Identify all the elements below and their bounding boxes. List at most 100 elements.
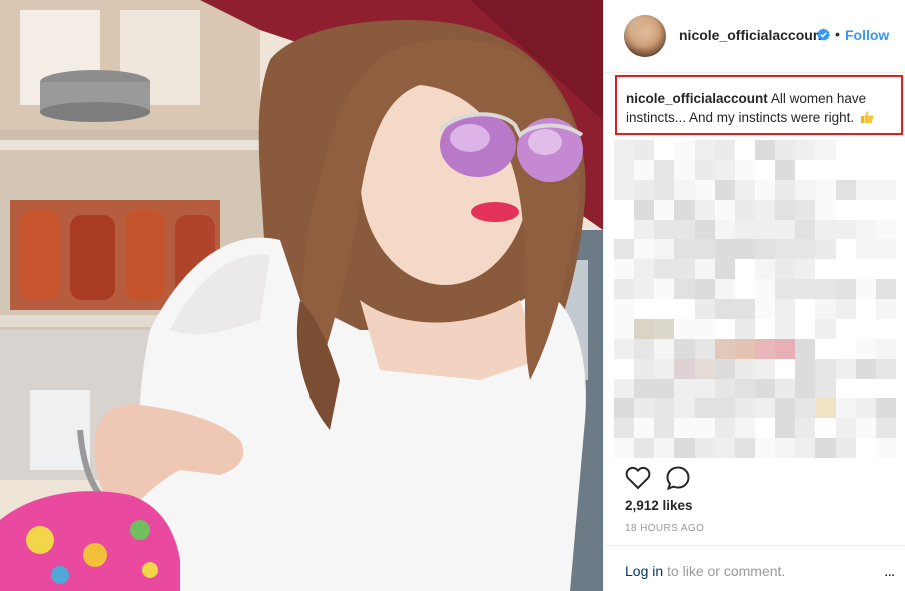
mosaic-cell (855, 378, 876, 399)
mosaic-cell (694, 378, 715, 399)
mosaic-cell (674, 398, 695, 419)
mosaic-cell (654, 378, 675, 399)
mosaic-cell (835, 378, 856, 399)
mosaic-cell (835, 179, 856, 200)
mosaic-cell (795, 338, 816, 359)
mosaic-cell (654, 279, 675, 299)
mosaic-cell (855, 418, 876, 439)
mosaic-cell (754, 219, 776, 240)
mosaic-cell (775, 239, 796, 260)
mosaic-cell (614, 140, 635, 160)
mosaic-cell (795, 299, 816, 319)
post-actions (604, 460, 905, 500)
mosaic-cell (754, 299, 776, 319)
comment-icon[interactable] (664, 464, 692, 492)
mosaic-cell (775, 299, 796, 319)
mosaic-cell (855, 159, 876, 180)
mosaic-cell (654, 140, 675, 160)
post-photo[interactable] (0, 0, 603, 591)
mosaic-cell (714, 318, 735, 339)
mosaic-cell (634, 358, 655, 379)
mosaic-cell (714, 418, 735, 439)
mosaic-cell (654, 259, 675, 280)
mosaic-cell (875, 418, 896, 439)
mosaic-cell (815, 259, 836, 280)
caption-username[interactable]: nicole_officialaccount (626, 91, 768, 106)
mosaic-cell (734, 159, 755, 180)
likes-count[interactable]: 2,912 likes (625, 498, 693, 513)
mosaic-cell (714, 219, 735, 240)
mosaic-cell (815, 318, 836, 339)
login-suffix: to like or comment. (667, 563, 786, 579)
mosaic-cell (875, 239, 896, 260)
mosaic-cell (654, 219, 675, 240)
mosaic-cell (714, 299, 735, 319)
mosaic-cell (714, 179, 735, 200)
mosaic-cell (634, 418, 655, 439)
mosaic-cell (734, 358, 755, 379)
mosaic-cell (734, 438, 755, 458)
mosaic-cell (855, 398, 876, 419)
mosaic-cell (674, 378, 695, 399)
mosaic-cell (674, 338, 695, 359)
mosaic-cell (875, 378, 896, 399)
mosaic-cell (734, 318, 755, 339)
mosaic-cell (835, 219, 856, 240)
mosaic-cell (734, 418, 755, 439)
mosaic-cell (754, 418, 776, 439)
mosaic-cell (654, 318, 675, 339)
mosaic-cell (694, 438, 715, 458)
mosaic-cell (775, 358, 796, 379)
heart-icon[interactable] (624, 464, 652, 492)
mosaic-cell (614, 239, 635, 260)
mosaic-cell (875, 140, 896, 160)
mosaic-cell (734, 179, 755, 200)
mosaic-cell (835, 358, 856, 379)
more-options-button[interactable]: ... (884, 563, 895, 581)
mosaic-cell (714, 159, 735, 180)
mosaic-cell (795, 259, 816, 280)
login-link[interactable]: Log in (625, 563, 663, 579)
mosaic-cell (815, 358, 836, 379)
mosaic-cell (875, 259, 896, 280)
mosaic-cell (634, 219, 655, 240)
follow-button[interactable]: Follow (845, 27, 889, 43)
mosaic-cell (835, 318, 856, 339)
post-timestamp[interactable]: 18 HOURS AGO (625, 523, 704, 534)
mosaic-cell (674, 358, 695, 379)
mosaic-cell (835, 398, 856, 419)
mosaic-cell (754, 338, 776, 359)
mosaic-cell (855, 140, 876, 160)
mosaic-cell (754, 179, 776, 200)
mosaic-cell (674, 279, 695, 299)
mosaic-cell (875, 299, 896, 319)
mosaic-cell (654, 418, 675, 439)
mosaic-cell (754, 159, 776, 180)
mosaic-cell (754, 378, 776, 399)
mosaic-cell (855, 438, 876, 458)
mosaic-cell (674, 199, 695, 220)
verified-badge-icon (817, 28, 830, 41)
mosaic-cell (674, 239, 695, 260)
mosaic-cell (654, 358, 675, 379)
mosaic-cell (855, 219, 876, 240)
mosaic-cell (855, 299, 876, 319)
mosaic-cell (734, 378, 755, 399)
mosaic-cell (875, 358, 896, 379)
mosaic-cell (835, 438, 856, 458)
mosaic-cell (815, 140, 836, 160)
mosaic-cell (875, 199, 896, 220)
mosaic-cell (835, 140, 856, 160)
mosaic-cell (754, 358, 776, 379)
mosaic-cell (674, 179, 695, 200)
mosaic-cell (634, 159, 655, 180)
mosaic-cell (855, 199, 876, 220)
mosaic-cell (634, 398, 655, 419)
avatar[interactable] (624, 15, 666, 57)
header-username[interactable]: nicole_officialaccount (679, 27, 826, 43)
mosaic-cell (654, 159, 675, 180)
mosaic-cell (855, 239, 876, 260)
post-side-panel: nicole_officialaccount • Follow nicole_o… (603, 0, 905, 591)
mosaic-cell (734, 199, 755, 220)
mosaic-cell (815, 438, 836, 458)
